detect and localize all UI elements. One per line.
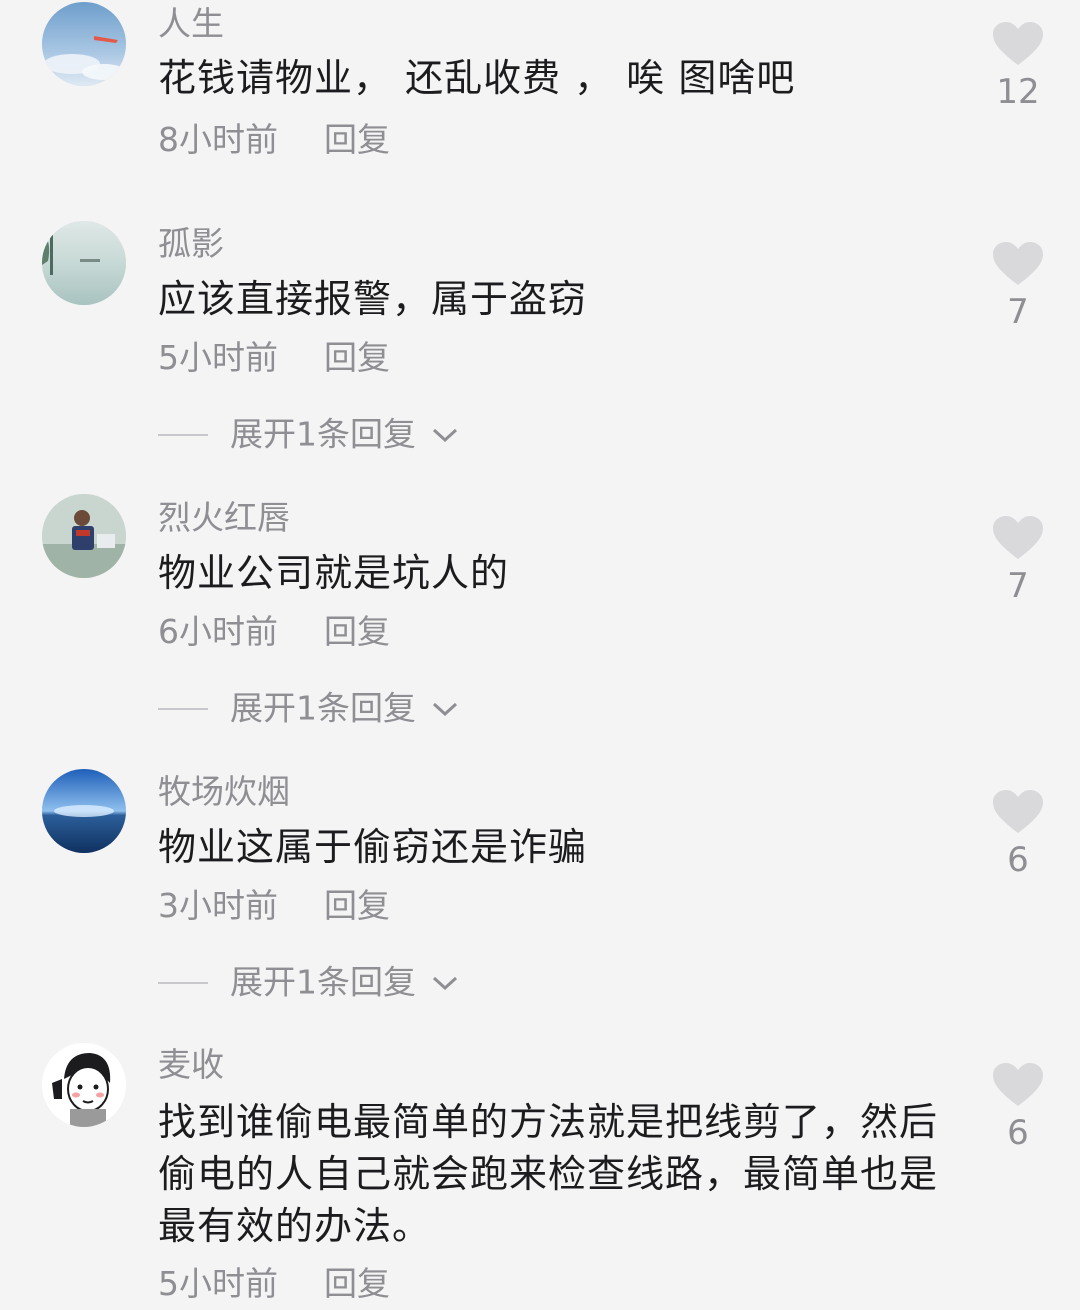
expand-replies-label: 展开1条回复 [230,688,416,728]
divider-line [158,433,208,436]
username[interactable]: 孤影 [158,224,224,264]
like-button[interactable]: 7 [990,516,1046,606]
sky-plane-avatar-icon [42,2,126,86]
timestamp: 5小时前 [158,338,278,377]
expand-replies-button[interactable]: 展开1条回复 [158,413,459,455]
user-avatar[interactable] [42,769,126,853]
user-avatar[interactable] [42,1043,126,1127]
timestamp: 5小时前 [158,1264,278,1303]
comment-meta: 6小时前 回复 [158,612,390,652]
timestamp: 3小时前 [158,886,278,925]
reply-button[interactable]: 回复 [324,120,390,160]
reply-button[interactable]: 回复 [324,1264,390,1304]
expand-replies-button[interactable]: 展开1条回复 [158,961,459,1003]
user-avatar[interactable] [42,494,126,578]
username[interactable]: 牧场炊烟 [158,772,290,812]
chevron-down-icon [432,428,457,442]
divider-line [158,707,208,710]
comment-meta: 5小时前 回复 [158,1264,390,1304]
reply-button[interactable]: 回复 [324,338,390,378]
like-count: 6 [1007,1113,1029,1153]
comment-meta: 3小时前 回复 [158,886,390,926]
comment-meta: 5小时前 回复 [158,338,390,378]
heart-icon [993,1063,1043,1106]
expand-replies-label: 展开1条回复 [230,962,416,1002]
ocean-avatar-icon [42,769,126,853]
username[interactable]: 人生 [158,4,224,44]
like-count: 6 [1007,840,1029,880]
timestamp: 8小时前 [158,120,278,159]
like-button[interactable]: 6 [990,1063,1046,1153]
like-button[interactable]: 6 [990,790,1046,880]
comment-text: 物业这属于偷窃还是诈骗 [158,825,588,869]
username[interactable]: 烈火红唇 [158,498,290,538]
reply-button[interactable]: 回复 [324,886,390,926]
heart-icon [993,790,1043,833]
like-count: 7 [1007,566,1029,606]
chevron-down-icon [432,976,457,990]
divider-line [158,981,208,984]
like-button[interactable]: 12 [990,22,1046,112]
like-button[interactable]: 7 [990,242,1046,332]
user-avatar[interactable] [42,2,126,86]
cartoon-avatar-icon [42,1043,126,1127]
person-outdoor-avatar-icon [42,494,126,578]
like-count: 12 [996,72,1040,112]
comment-text: 物业公司就是坑人的 [158,551,510,595]
chevron-down-icon [432,702,457,716]
comment-meta: 8小时前 回复 [158,120,390,160]
timestamp: 6小时前 [158,612,278,651]
comment-text: 找到谁偷电最简单的方法就是把线剪了，然后偷电的人自己就会跑来检查线路，最简单也是… [158,1100,939,1248]
expand-replies-button[interactable]: 展开1条回复 [158,687,459,729]
comment-text: 花钱请物业， 还乱收费 ， 唉 图啥吧 [158,56,796,100]
reply-button[interactable]: 回复 [324,612,390,652]
comment-text: 应该直接报警，属于盗窃 [158,277,588,321]
user-avatar[interactable] [42,221,126,305]
heart-icon [993,22,1043,65]
lake-avatar-icon [42,221,126,305]
expand-replies-label: 展开1条回复 [230,414,416,454]
like-count: 7 [1007,292,1029,332]
heart-icon [993,242,1043,285]
username[interactable]: 麦收 [158,1045,224,1085]
heart-icon [993,516,1043,559]
